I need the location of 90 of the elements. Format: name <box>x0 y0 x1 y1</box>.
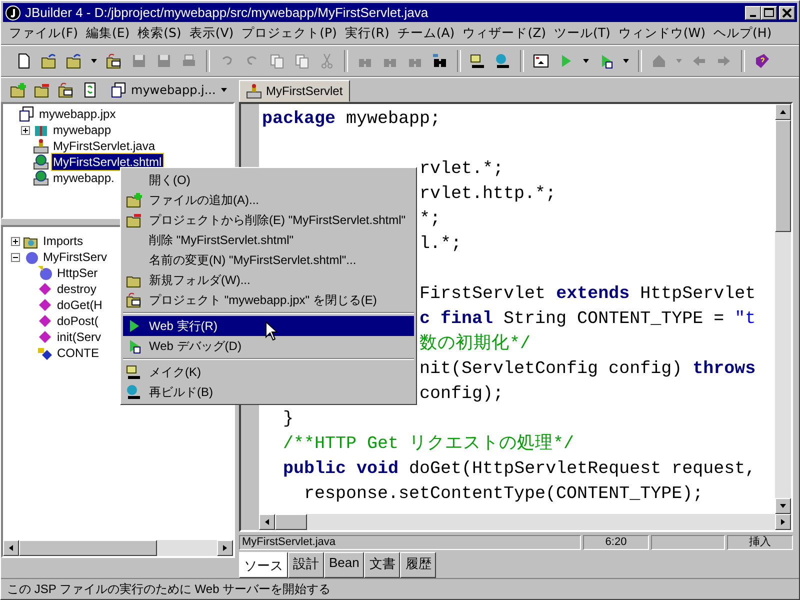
menu-item[interactable]: メイク(K) <box>123 362 414 382</box>
maximize-button[interactable] <box>761 6 777 20</box>
code-line: *; <box>420 209 441 229</box>
code-line: 数の初期化*/ <box>420 334 531 354</box>
menu-item[interactable]: プロジェクト "mywebapp.jpx" を閉じる(E) <box>123 290 414 310</box>
menu-item[interactable]: ファイル(F) <box>5 24 82 42</box>
close-icon <box>782 8 792 18</box>
tree-item[interactable]: destroy <box>56 281 98 297</box>
menu-item[interactable]: 実行(R) <box>340 24 394 42</box>
view-tab[interactable]: 設計 <box>288 552 324 578</box>
scrollbar-thumb[interactable] <box>275 514 307 530</box>
code-line: config); <box>420 384 504 404</box>
vertical-scrollbar[interactable] <box>775 104 791 514</box>
scroll-left-icon[interactable] <box>7 544 15 552</box>
code-line: /**HTTP Get リクエストの処理*/ <box>283 434 574 454</box>
tree-item[interactable]: doGet(H <box>56 297 104 313</box>
scroll-right-icon[interactable] <box>779 518 787 526</box>
cursor-position-field: 6:20 <box>583 535 649 550</box>
tree-item[interactable]: mywebapp.jpx <box>38 106 117 122</box>
menu-item[interactable]: Web デバッグ(D) <box>123 336 414 356</box>
tree-item[interactable]: init(Serv <box>56 329 102 345</box>
scrollbar-thumb[interactable] <box>19 540 157 556</box>
menu-item[interactable]: 表示(V) <box>185 24 238 42</box>
menu-item[interactable]: プロジェクト(P) <box>238 24 341 42</box>
app-logo-icon <box>5 4 21 20</box>
expand-toggle[interactable] <box>11 236 20 246</box>
close-button[interactable] <box>779 6 795 20</box>
code-line: l.*; <box>420 234 462 254</box>
window-title: JBuilder 4 - D:/jbproject/mywebapp/src/mywebapp/MyFirstServlet.java <box>25 5 430 20</box>
code-line: } <box>283 409 294 429</box>
menu-item[interactable]: ウィザード(Z) <box>458 24 550 42</box>
maximize-icon <box>764 8 774 18</box>
dropdown-arrow-icon <box>220 86 228 94</box>
menu-item[interactable]: 再ビルド(B) <box>123 382 414 402</box>
project-file-icon <box>111 82 127 98</box>
code-line: c final String CONTENT_TYPE = "t <box>420 309 756 329</box>
status-message: この JSP ファイルの実行のために Web サーバーを開始する <box>7 580 331 598</box>
scroll-up-icon[interactable] <box>779 108 787 116</box>
menu-item[interactable]: 開く(O) <box>123 170 414 190</box>
code-line: package mywebapp; <box>262 109 441 129</box>
file-name-field: MyFirstServlet.java <box>239 535 581 550</box>
code-line: response.setContentType(CONTENT_TYPE); <box>304 484 704 504</box>
insert-mode-field: 挿入 <box>727 535 793 550</box>
mouse-pointer-icon <box>265 321 277 341</box>
tree-item[interactable]: mywebapp <box>52 122 112 138</box>
menu-item[interactable]: 検索(S) <box>134 24 186 42</box>
minimize-icon <box>750 14 756 16</box>
horizontal-scrollbar[interactable] <box>259 514 791 530</box>
tree-item[interactable]: Imports <box>42 233 84 249</box>
view-tab[interactable]: 履歴 <box>400 552 436 578</box>
dropdown-arrow-icon[interactable] <box>90 57 98 65</box>
menu-item[interactable]: ファイルの追加(A)... <box>123 190 414 210</box>
project-dropdown[interactable]: mywebapp.j... <box>111 82 228 98</box>
menu-item[interactable]: 削除 "MyFirstServlet.shtml" <box>123 230 414 250</box>
tree-item[interactable]: MyFirstServlet.shtml <box>52 154 163 170</box>
menu-item[interactable]: チーム(A) <box>393 24 459 42</box>
tree-item[interactable]: MyFirstServ <box>42 249 108 265</box>
dropdown-arrow-icon[interactable] <box>622 57 630 65</box>
menu-item[interactable]: Web 実行(R) <box>123 316 414 336</box>
menu-item[interactable]: 名前の変更(N) "MyFirstServlet.shtml"... <box>123 250 414 270</box>
code-line: rvlet.*; <box>420 159 504 179</box>
menu-item[interactable]: 編集(E) <box>82 24 134 42</box>
code-line: public void doGet(HttpServletRequest request, <box>283 459 756 479</box>
scroll-down-icon[interactable] <box>779 502 787 510</box>
horizontal-scrollbar[interactable] <box>3 540 233 556</box>
code-line: nit(ServletConfig config) throws <box>420 359 756 379</box>
code-line: FirstServlet extends HttpServlet <box>420 284 756 304</box>
menu-item[interactable]: ヘルプ(H) <box>710 24 776 42</box>
menu-item[interactable]: プロジェクトから削除(E) "MyFirstServlet.shtml" <box>123 210 414 230</box>
scroll-left-icon[interactable] <box>263 518 271 526</box>
scrollbar-thumb[interactable] <box>775 120 791 232</box>
collapse-toggle[interactable] <box>11 252 20 262</box>
tree-item[interactable]: HttpSer <box>56 265 99 281</box>
minimize-button[interactable] <box>745 6 761 20</box>
tree-item[interactable]: mywebapp. <box>52 170 116 186</box>
tree-item[interactable]: MyFirstServlet.java <box>52 138 156 154</box>
menu-item[interactable]: 新規フォルダ(W)... <box>123 270 414 290</box>
tree-item[interactable]: doPost( <box>56 313 100 329</box>
view-tab[interactable]: ソース <box>239 552 288 578</box>
code-line: rvlet.http.*; <box>420 184 556 204</box>
tree-item[interactable]: CONTE <box>56 345 100 361</box>
view-tab[interactable]: 文書 <box>364 552 400 578</box>
scroll-right-icon[interactable] <box>221 544 229 552</box>
servlet-file-icon <box>246 83 262 99</box>
menu-item[interactable]: ツール(T) <box>550 24 614 42</box>
expand-toggle[interactable] <box>21 126 30 134</box>
view-tab[interactable]: Bean <box>324 552 364 578</box>
menu-item[interactable]: ウィンドウ(W) <box>614 24 710 42</box>
dropdown-arrow-icon[interactable] <box>582 57 590 65</box>
editor-tab[interactable]: MyFirstServlet <box>239 80 350 102</box>
